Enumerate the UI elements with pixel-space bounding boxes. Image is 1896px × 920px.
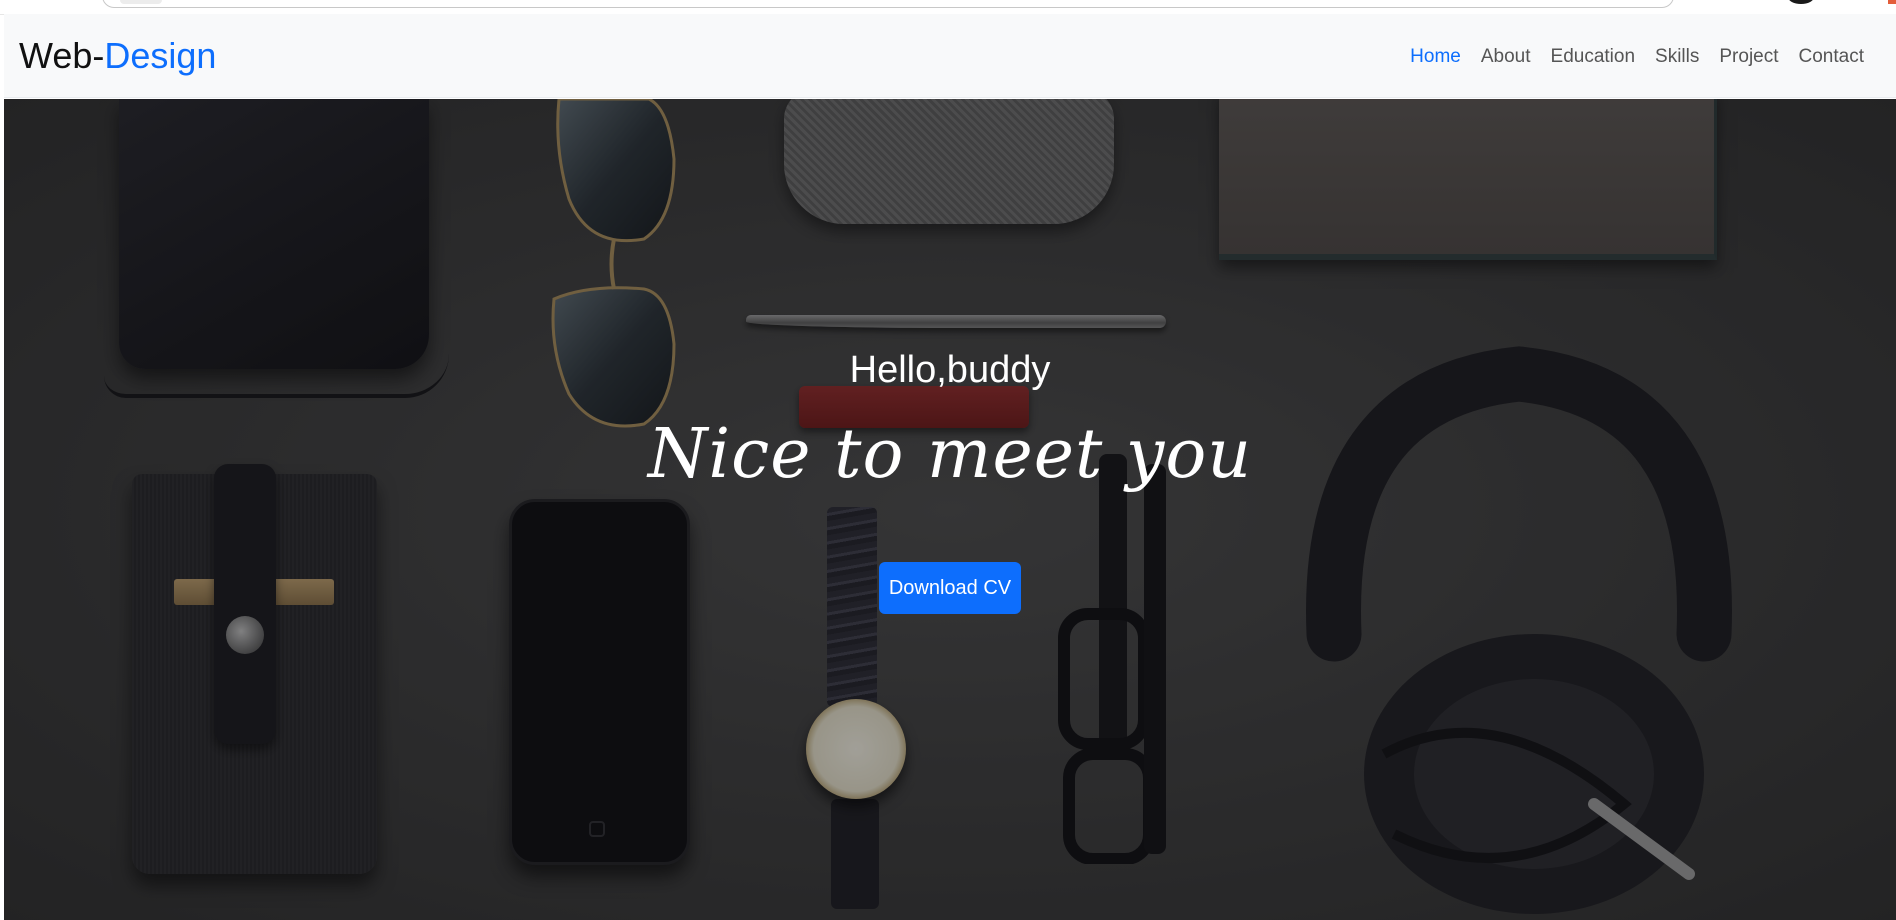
browser-edge-accent [1888, 0, 1896, 4]
nav-link-education[interactable]: Education [1541, 44, 1646, 70]
page: Web-Design Home About Education Skills P… [4, 14, 1896, 920]
hero-content: Hello,buddy Nice to meet you Download CV [4, 99, 1896, 920]
profile-avatar-icon[interactable] [1788, 0, 1814, 4]
hero-greeting: Hello,buddy [849, 349, 1051, 391]
nav-link-skills[interactable]: Skills [1645, 44, 1709, 70]
nav-link-home[interactable]: Home [1400, 44, 1471, 70]
brand-text-accent: Design [104, 35, 217, 76]
address-bar[interactable] [102, 0, 1674, 8]
nav-links: Home About Education Skills Project Cont… [1400, 44, 1874, 70]
address-bar-chip [120, 0, 162, 4]
hero-section: Hello,buddy Nice to meet you Download CV [4, 99, 1896, 920]
brand-text-primary: Web- [19, 35, 105, 76]
browser-chrome [0, 0, 1896, 15]
download-cv-button[interactable]: Download CV [879, 562, 1021, 614]
nav-link-about[interactable]: About [1471, 44, 1541, 70]
brand-logo[interactable]: Web-Design [19, 36, 216, 76]
navbar: Web-Design Home About Education Skills P… [4, 14, 1896, 98]
hero-tagline: Nice to meet you [647, 415, 1253, 494]
nav-link-contact[interactable]: Contact [1789, 44, 1874, 70]
nav-link-project[interactable]: Project [1709, 44, 1788, 70]
